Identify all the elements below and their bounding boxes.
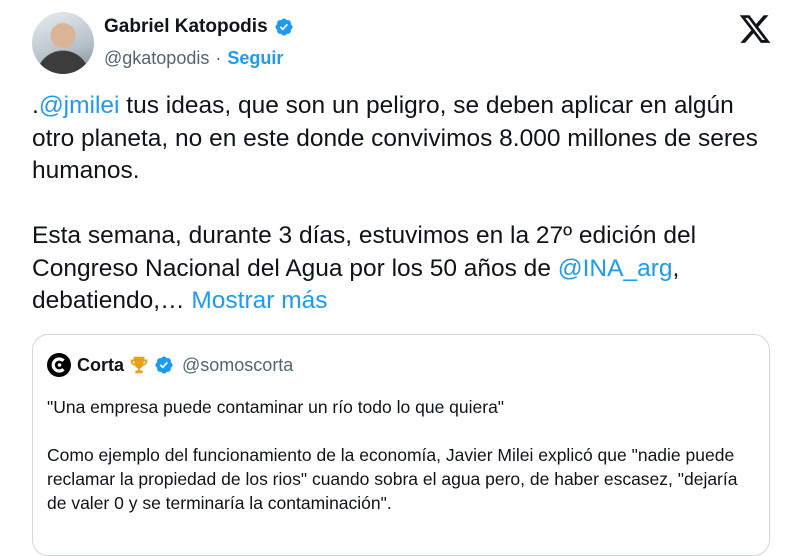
tweet-header: Gabriel Katopodis @gkatopodis · Seguir bbox=[32, 12, 772, 76]
quoted-tweet-card[interactable]: Corta @somoscorta "Una empresa puede con… bbox=[32, 334, 770, 556]
quoted-tweet-header: Corta @somoscorta bbox=[47, 353, 293, 377]
quoted-tweet-body: "Una empresa puede contaminar un río tod… bbox=[47, 395, 757, 515]
author-handle[interactable]: @gkatopodis bbox=[104, 48, 209, 69]
trophy-icon bbox=[130, 356, 148, 374]
author-name-row: Gabriel Katopodis bbox=[104, 16, 294, 38]
tweet-prefix: . bbox=[32, 92, 39, 119]
author-handle-row: @gkatopodis · Seguir bbox=[104, 48, 283, 69]
quoted-author-handle[interactable]: @somoscorta bbox=[182, 355, 293, 376]
x-logo-icon[interactable] bbox=[738, 12, 772, 46]
verified-badge-icon bbox=[275, 18, 293, 36]
verified-badge-icon bbox=[155, 356, 173, 374]
quoted-author-name[interactable]: Corta bbox=[77, 355, 124, 376]
avatar[interactable] bbox=[32, 12, 94, 74]
mention-link-jmilei[interactable]: @jmilei bbox=[39, 92, 120, 119]
mention-link-ina-arg[interactable]: @INA_arg bbox=[558, 255, 673, 282]
tweet-text: .@jmilei tus ideas, que son un peligro, … bbox=[32, 90, 772, 318]
quoted-tweet-quote-line: "Una empresa puede contaminar un río tod… bbox=[47, 397, 505, 417]
separator-dot: · bbox=[215, 48, 222, 68]
author-name[interactable]: Gabriel Katopodis bbox=[104, 16, 268, 38]
follow-button[interactable]: Seguir bbox=[227, 48, 283, 69]
show-more-link[interactable]: Mostrar más bbox=[191, 287, 327, 314]
quoted-tweet-paragraph: Como ejemplo del funcionamiento de la ec… bbox=[47, 445, 738, 513]
corta-logo-icon bbox=[47, 353, 71, 377]
tweet-text-part1: tus ideas, que son un peligro, se deben … bbox=[32, 92, 758, 282]
